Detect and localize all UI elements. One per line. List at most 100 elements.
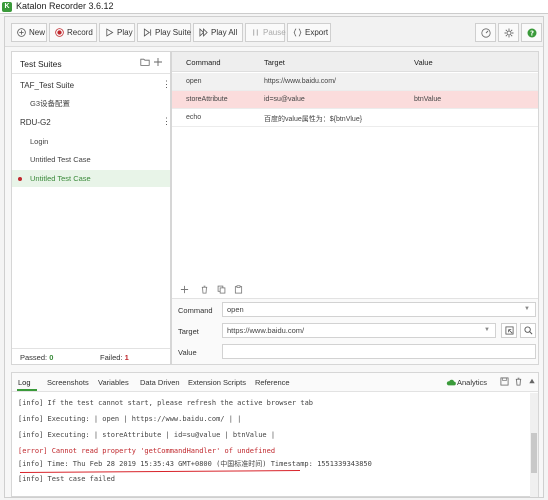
find-target-button[interactable] xyxy=(520,323,536,338)
row-target: 百度的value属性为：${btnVlue} xyxy=(264,116,363,123)
passed-label: Passed: xyxy=(20,353,48,362)
row-command: storeAttribute xyxy=(186,96,228,103)
gear-icon xyxy=(504,28,514,38)
log-scrollbar-thumb[interactable] xyxy=(531,433,537,473)
result-summary: Passed: 0 Failed: 1 xyxy=(12,348,170,365)
test-case-item[interactable]: G3设备配置 xyxy=(12,94,170,111)
recording-dot-icon xyxy=(18,177,22,181)
test-suites-header: Test Suites xyxy=(12,52,170,74)
failed-value: 1 xyxy=(124,353,129,362)
save-log-icon[interactable] xyxy=(500,377,509,386)
test-case-name: Login xyxy=(30,137,49,146)
log-line: [info] Time: Thu Feb 28 2019 15:35:43 GM… xyxy=(18,460,372,468)
table-row[interactable]: echo 百度的value属性为：${btnVlue} xyxy=(172,109,538,127)
window-titlebar: K Katalon Recorder 3.6.12 xyxy=(0,0,548,14)
row-target: id=su@value xyxy=(264,96,305,103)
log-line: [info] If the test cannot start, please … xyxy=(18,399,314,407)
log-scrollbar[interactable] xyxy=(530,393,538,497)
value-label: Value xyxy=(178,348,197,357)
window-title: Katalon Recorder 3.6.12 xyxy=(16,1,114,11)
tab-log[interactable]: Log xyxy=(18,378,31,387)
paste-icon[interactable] xyxy=(234,285,243,294)
command-editor: Command open ▼ Target https://www.baidu.… xyxy=(172,298,538,364)
log-output: [info] If the test cannot start, please … xyxy=(12,393,538,497)
suite-menu-icon[interactable]: ⋮ xyxy=(162,79,171,90)
column-header-target: Target xyxy=(264,58,285,67)
row-command: open xyxy=(186,78,202,85)
app-frame: New Record Play Play Suite Play All Paus… xyxy=(4,16,544,498)
test-case-name: Untitled Test Case xyxy=(30,174,91,183)
row-command: echo xyxy=(186,114,202,121)
log-line: [info] Executing: | open | https://www.b… xyxy=(18,415,242,423)
table-row[interactable]: open https://www.baidu.com/ xyxy=(172,73,538,91)
row-value: btnValue xyxy=(414,96,442,103)
search-icon xyxy=(524,326,533,335)
folder-open-icon[interactable] xyxy=(140,57,150,67)
commands-panel: Command Target Value open https://www.ba… xyxy=(171,51,539,365)
add-command-icon[interactable] xyxy=(180,285,189,294)
row-target: https://www.baidu.com/ xyxy=(264,78,336,85)
test-case-name: G3设备配置 xyxy=(30,99,71,108)
clear-log-icon[interactable] xyxy=(514,377,523,386)
passed-count: Passed: 0 xyxy=(20,353,53,362)
copy-icon[interactable] xyxy=(217,285,226,294)
select-target-button[interactable] xyxy=(501,323,517,338)
pause-icon xyxy=(253,29,258,36)
trash-icon[interactable] xyxy=(200,285,209,294)
tab-data-driven[interactable]: Data Driven xyxy=(140,378,180,387)
analytics-label: Analytics xyxy=(457,378,488,387)
tab-reference[interactable]: Reference xyxy=(255,378,290,387)
export-button[interactable]: Export xyxy=(287,23,331,42)
test-suites-title: Test Suites xyxy=(20,59,62,69)
test-case-item-selected[interactable]: Untitled Test Case xyxy=(12,170,170,187)
log-tabs: Log Screenshots Variables Data Driven Ex… xyxy=(12,373,538,392)
katalon-app-icon: K xyxy=(2,2,12,12)
test-case-item[interactable]: Login xyxy=(12,133,170,150)
export-button-label: Export xyxy=(305,28,329,37)
settings-button[interactable] xyxy=(498,23,519,42)
active-tab-indicator xyxy=(17,389,37,391)
cloud-icon xyxy=(446,379,456,386)
target-select[interactable]: https://www.baidu.com/ ▼ xyxy=(222,323,496,338)
record-icon xyxy=(55,28,64,37)
table-header: Command Target Value xyxy=(172,52,538,72)
test-case-item[interactable]: Untitled Test Case xyxy=(12,151,170,168)
log-panel: Log Screenshots Variables Data Driven Ex… xyxy=(11,372,539,497)
tab-screenshots[interactable]: Screenshots xyxy=(47,378,89,387)
target-select-value: https://www.baidu.com/ xyxy=(227,326,305,335)
add-suite-icon[interactable] xyxy=(153,57,163,67)
error-underline xyxy=(19,470,301,473)
command-label: Command xyxy=(178,306,213,315)
suite-name: RDU-G2 xyxy=(20,118,51,127)
table-row-failed[interactable]: storeAttribute id=su@value btnValue xyxy=(172,91,538,109)
test-suites-panel: Test Suites TAF_Test Suite ⋮ G3设备配置 RDU-… xyxy=(11,51,171,365)
record-button[interactable]: Record xyxy=(49,23,97,42)
pause-button[interactable]: Pause xyxy=(245,23,286,42)
new-button[interactable]: New xyxy=(11,23,47,42)
passed-value: 0 xyxy=(49,353,54,362)
speedometer-icon xyxy=(481,28,491,38)
play-suite-button[interactable]: Play Suite xyxy=(137,23,191,42)
suite-name: TAF_Test Suite xyxy=(20,81,75,90)
speed-button[interactable] xyxy=(475,23,496,42)
analytics-button[interactable]: Analytics xyxy=(446,378,487,387)
command-select[interactable]: open ▼ xyxy=(222,302,536,317)
play-all-icon xyxy=(199,28,208,37)
pause-button-label: Pause xyxy=(263,28,286,37)
suite-item[interactable]: TAF_Test Suite ⋮ xyxy=(12,78,171,93)
failed-label: Failed: xyxy=(100,353,123,362)
tab-variables[interactable]: Variables xyxy=(98,378,129,387)
row-actions xyxy=(172,280,538,298)
play-button[interactable]: Play xyxy=(99,23,135,42)
tab-extension-scripts[interactable]: Extension Scripts xyxy=(188,378,246,387)
value-input[interactable] xyxy=(222,344,536,359)
play-suite-button-label: Play Suite xyxy=(155,28,192,37)
play-all-button[interactable]: Play All xyxy=(193,23,243,42)
suite-menu-icon[interactable]: ⋮ xyxy=(162,116,171,127)
scroll-up-icon[interactable] xyxy=(528,377,536,386)
help-button[interactable]: ? xyxy=(521,23,542,42)
log-line: [info] Executing: | storeAttribute | id=… xyxy=(18,431,276,439)
target-label: Target xyxy=(178,327,199,336)
suite-item[interactable]: RDU-G2 ⋮ xyxy=(12,115,171,130)
play-suite-icon xyxy=(143,28,152,37)
